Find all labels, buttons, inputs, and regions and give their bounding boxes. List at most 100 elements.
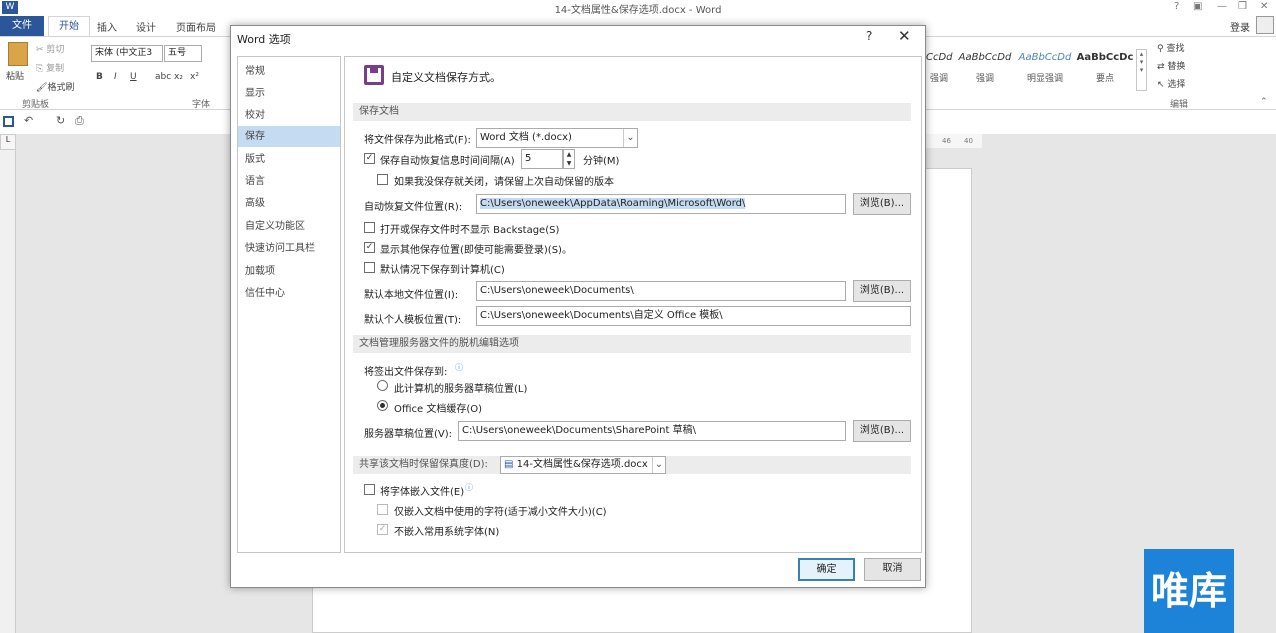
save-format-value: Word 文档 (*.docx) [480,132,572,143]
bold-button[interactable]: B [96,72,103,82]
superscript-button[interactable]: x² [190,72,199,82]
styles-scroll[interactable]: ▴ ▾ ▾ [1136,49,1147,91]
keep-last-checkbox[interactable] [377,174,388,185]
word-options-dialog: Word 选项 ? ✕ 常规 显示 校对 保存 版式 语言 高级 自定义功能区 … [230,25,926,588]
no-common-fonts-checkbox[interactable]: ✓ [377,524,388,535]
underline-button[interactable]: U [130,72,137,82]
dialog-help-button[interactable]: ? [866,29,872,43]
server-drafts-radio-label: 此计算机的服务器草稿位置(L) [394,384,528,395]
signin-link[interactable]: 登录 [1230,19,1250,34]
replace-button[interactable]: ⇄ 替换 [1157,59,1185,72]
nav-item-addins[interactable]: 加载项 [238,261,340,282]
format-painter-label: 格式刷 [47,83,75,93]
style-sample: AaBbCcDd [1018,52,1072,63]
nav-item-display[interactable]: 显示 [238,83,340,104]
cursor-icon: ↖ [1157,80,1165,90]
save-disk-icon [364,65,384,85]
tab-insert[interactable]: 插入 [97,19,117,34]
strikethrough-button[interactable]: abc [155,72,171,82]
section-save-documents: 保存文档 [353,103,911,121]
format-painter-button[interactable]: 🖌格式刷 [36,80,74,93]
autorecover-location-input[interactable]: C:\Users\oneweek\AppData\Roaming\Microso… [476,194,846,214]
font-name-select[interactable]: 宋体 (中文正3 [91,45,163,62]
ribbon-display-icon[interactable]: ▣ [1193,1,1202,12]
collapse-ribbon-icon[interactable]: ⌃ [1260,97,1268,107]
cancel-button[interactable]: 取消 [864,558,921,581]
chevron-down-icon: ⌄ [652,457,665,473]
avatar[interactable] [1256,16,1274,34]
close-icon[interactable]: ✕ [1260,1,1268,12]
browse-server-button[interactable]: 浏览(B)... [853,420,911,442]
replace-label: 替换 [1167,62,1186,72]
minimize-icon[interactable]: — [1217,1,1227,12]
tab-file[interactable]: 文件 [0,16,44,36]
nav-item-language[interactable]: 语言 [238,171,340,192]
section-offline-editing: 文档管理服务器文件的脱机编辑选项 [353,335,911,353]
chevron-down-icon: ⌄ [623,129,637,147]
show-other-locations-label: 显示其他保存位置(即使可能需要登录)(S)。 [380,245,572,256]
nav-item-proofing[interactable]: 校对 [238,105,340,126]
no-backstage-checkbox[interactable] [364,222,375,233]
style-item[interactable]: AaBbCcDd 强调 [956,52,1014,84]
server-drafts-radio[interactable] [377,380,388,391]
tab-layout[interactable]: 页面布局 [176,19,216,34]
office-cache-radio[interactable] [377,400,388,411]
print-preview-icon[interactable]: ⎙ [75,114,84,128]
nav-item-general[interactable]: 常规 [238,61,340,82]
minutes-stepper[interactable]: ▲ ▼ [563,149,575,169]
embed-used-chars-label: 仅嵌入文档中使用的字符(适于减小文件大小)(C) [394,507,607,518]
save-icon[interactable] [3,116,14,127]
binoculars-icon: ⚲ [1157,44,1164,54]
save-format-select[interactable]: Word 文档 (*.docx) ⌄ [476,128,638,148]
find-button[interactable]: ⚲ 查找 [1157,41,1184,54]
find-label: 查找 [1166,44,1185,54]
tab-stop-selector[interactable]: L [0,134,16,150]
cut-button[interactable]: ✂ 剪切 [36,42,64,55]
clipboard-group-label: 剪贴板 [22,100,50,110]
font-group-label: 字体 [192,100,211,110]
word-doc-icon: ▤ [504,459,514,470]
font-size-select[interactable]: 五号 [164,45,202,62]
nav-item-save[interactable]: 保存 [238,126,340,147]
style-item[interactable]: AaBbCcDc 要点 [1076,52,1134,84]
copy-button[interactable]: ⎘ 复制 [36,61,64,74]
personal-template-input[interactable]: C:\Users\oneweek\Documents\自定义 Office 模板… [476,306,911,326]
ok-button[interactable]: 确定 [798,558,855,581]
share-document-select[interactable]: ▤ 14-文档属性&保存选项.docx ⌄ [500,456,666,474]
help-icon[interactable]: ? [1174,1,1179,12]
show-other-locations-checkbox[interactable]: ✓ [364,242,375,253]
embed-fonts-checkbox[interactable] [364,484,375,495]
italic-button[interactable]: I [114,72,117,82]
undo-icon[interactable]: ↶ [24,114,33,127]
embed-fonts-label: 将字体嵌入文件(E) [380,487,465,498]
options-content: 自定义文档保存方式。 保存文档 将文件保存为此格式(F): Word 文档 (*… [344,56,922,553]
tab-home[interactable]: 开始 [48,16,90,36]
restore-icon[interactable]: ❐ [1238,1,1247,12]
redo-icon[interactable]: ↻ [56,114,65,127]
dialog-close-button[interactable]: ✕ [898,27,911,45]
nav-item-typography[interactable]: 版式 [238,149,340,170]
style-sample: CcDd [926,52,953,63]
paste-button[interactable]: 粘贴 [6,69,24,82]
autorecover-checkbox[interactable]: ✓ [364,153,375,164]
title-bar: W 14-文档属性&保存选项.docx - Word ? ▣ — ❐ ✕ [0,0,1276,16]
embed-used-chars-checkbox[interactable] [377,504,388,515]
autorecover-location-label: 自动恢复文件位置(R): [364,202,463,213]
nav-item-customize-ribbon[interactable]: 自定义功能区 [238,216,340,237]
style-sample: AaBbCcDd [958,52,1012,63]
tab-design[interactable]: 设计 [136,19,156,34]
server-drafts-input[interactable]: C:\Users\oneweek\Documents\SharePoint 草稿… [458,421,846,441]
nav-item-trust-center[interactable]: 信任中心 [238,283,340,304]
default-local-input[interactable]: C:\Users\oneweek\Documents\ [476,281,846,301]
browse-local-button[interactable]: 浏览(B)... [853,280,911,302]
subscript-button[interactable]: x₂ [174,72,183,82]
paste-icon[interactable] [8,42,28,66]
style-item[interactable]: CcDd 强调 [926,52,953,84]
save-local-checkbox[interactable] [364,262,375,273]
nav-item-advanced[interactable]: 高级 [238,193,340,214]
autorecover-minutes-input[interactable]: 5 [521,149,563,169]
nav-item-quick-access-toolbar[interactable]: 快速访问工具栏 [238,238,340,259]
browse-autorecover-button[interactable]: 浏览(B)... [853,193,911,215]
style-item[interactable]: AaBbCcDd 明显强调 [1017,52,1073,84]
select-button[interactable]: ↖ 选择 [1157,77,1185,90]
